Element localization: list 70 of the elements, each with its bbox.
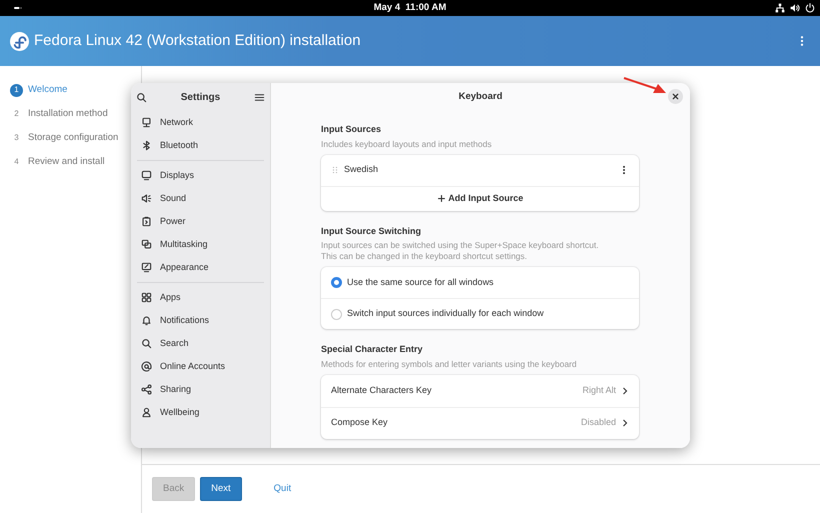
section-subtitle: Methods for entering symbols and letter variants using the keyboard [321,358,578,370]
sidebar-item[interactable]: Online Accounts [131,355,270,378]
radio-button[interactable] [331,277,342,288]
quit-link[interactable]: Quit [262,476,302,502]
speaker-icon [141,193,152,204]
next-button[interactable]: Next [200,476,242,502]
close-button[interactable] [668,89,683,104]
power-icon[interactable] [805,3,815,13]
bluetooth-icon [141,140,152,151]
section-subtitle: This can be changed in the keyboard shortcut settings. [321,251,528,262]
step-number: 1 [10,84,23,96]
search-icon[interactable] [136,92,147,102]
search-icon [141,338,152,349]
radio-option[interactable]: Use the same source for all windows [321,267,639,298]
section-heading: Special Character Entry [321,343,424,356]
monitor-brush-icon [141,262,152,273]
sidebar-item[interactable]: Power [131,210,270,233]
section-heading: Input Source Switching [321,224,422,238]
person-icon [141,407,152,418]
chevron-icon [621,386,629,396]
at-sign-icon [141,361,152,372]
section-subtitle: Includes keyboard layouts and input methods [321,138,493,150]
step-number: 4 [13,156,20,168]
sidebar-item[interactable]: Wellbeing [131,401,270,424]
section-subtitle: Input sources can be switched using the Super+Space keyboard shortcut. [321,240,600,251]
plus-icon [436,194,446,203]
step-number: 3 [13,132,20,144]
sidebar-item[interactable]: Apps [131,286,270,309]
sidebar-item[interactable]: Search [131,332,270,355]
windows-icon [141,239,152,250]
page-title: Keyboard [458,90,502,104]
sidebar-item[interactable]: Network [131,111,270,134]
radio-button[interactable] [331,308,342,320]
settings-row[interactable]: Alternate Characters Key Right Alt [321,374,639,406]
sidebar-item[interactable]: Bluetooth [131,134,270,157]
sidebar-item[interactable]: Sound [131,187,270,210]
radio-option[interactable]: Switch input sources individually for each window [321,298,639,329]
sidebar-item[interactable]: Notifications [131,309,270,332]
logo-icon [10,32,29,50]
section-heading: Input Sources [321,123,382,136]
settings-row[interactable]: Compose Key Disabled [321,406,639,438]
row-value: Right Alt [582,384,616,397]
sidebar-item[interactable]: Displays [131,164,270,187]
clock[interactable]: May 4 11:00 AM [374,0,446,16]
step-number: 2 [13,108,20,120]
bell-icon [141,315,152,326]
battery-icon [141,216,152,227]
pointer-arrow [623,77,667,95]
step-label: Review and install [28,154,105,169]
input-source-name: Swedish [344,163,378,176]
header-title: Fedora Linux 42 (Workstation Edition) installation [34,30,361,51]
computer-icon [141,117,152,128]
drag-handle-icon[interactable] [331,165,339,175]
monitor-icon [141,170,152,181]
share-icon [141,384,152,395]
step-label: Welcome [28,82,68,97]
menu-icon[interactable] [254,92,265,102]
sidebar-title: Settings [180,90,220,104]
row-value: Disabled [580,416,616,430]
sidebar-item[interactable]: Appearance [131,256,270,279]
chevron-icon [621,418,629,428]
close-icon [672,93,679,100]
network-icon[interactable] [775,3,785,13]
step-label: Storage configuration [28,130,118,145]
sidebar-item[interactable]: Sharing [131,378,270,401]
add-input-source-button[interactable]: Add Input Source [436,190,524,206]
step-label: Installation method [28,106,108,121]
sidebar-item[interactable]: Multitasking [131,233,270,256]
volume-icon[interactable] [790,3,800,13]
grid-icon [141,292,152,303]
